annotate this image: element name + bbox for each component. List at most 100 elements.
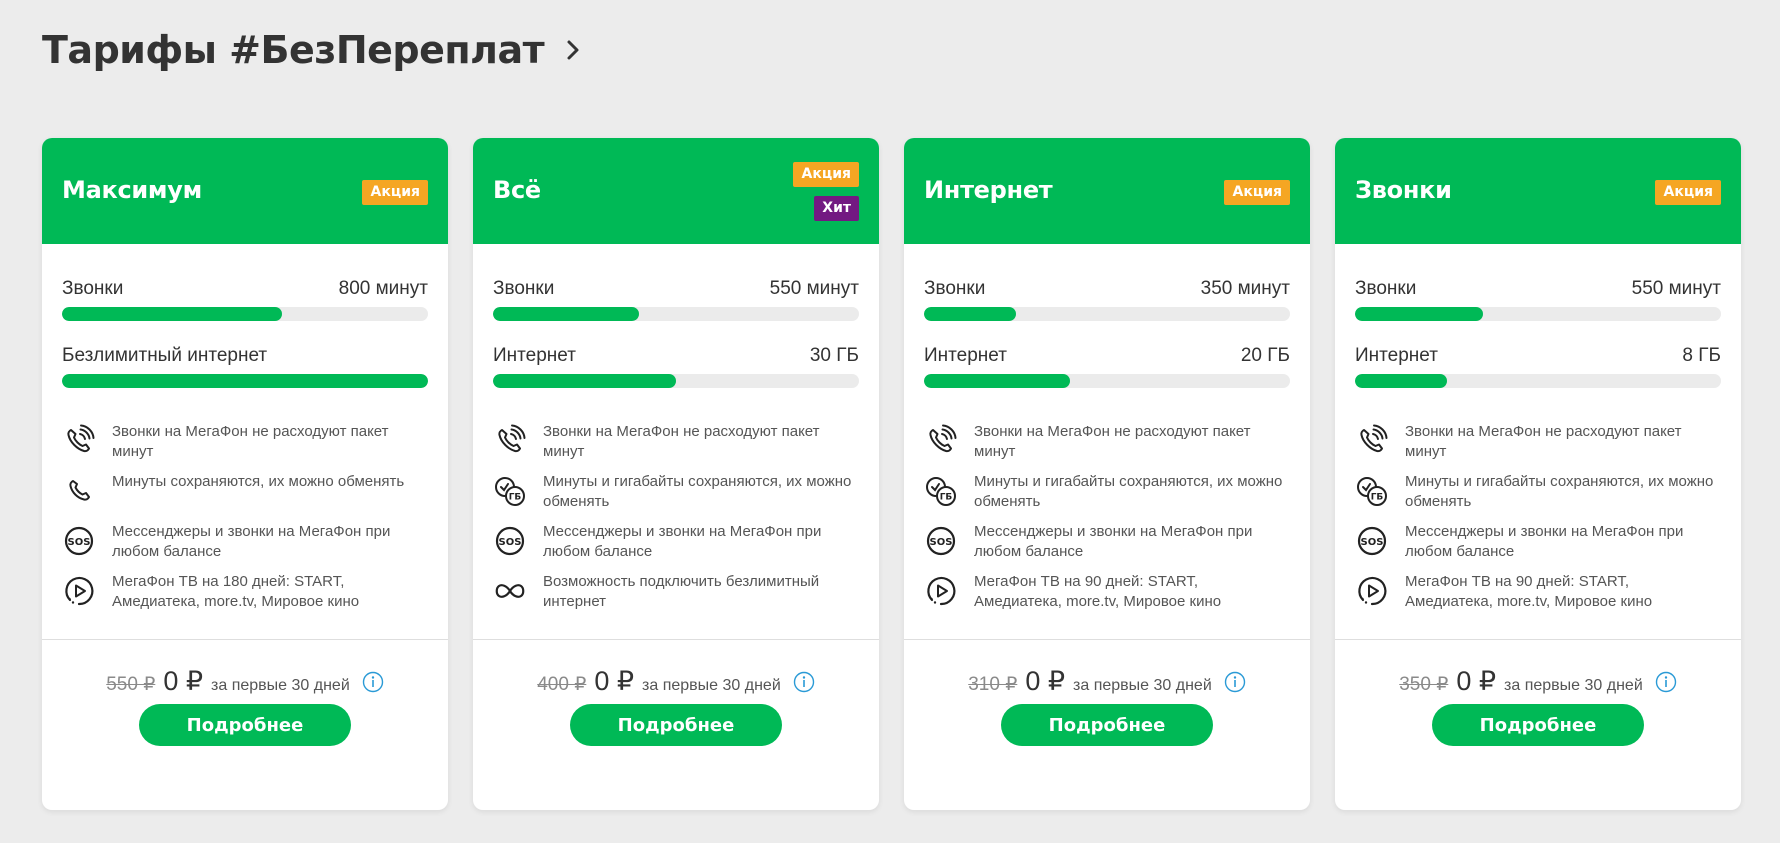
info-icon[interactable] [362, 671, 384, 693]
svg-text:SOS: SOS [499, 537, 522, 548]
feature-item: SOS Мессенджеры и звонки на МегаФон при … [493, 522, 859, 572]
price-row: 550 ₽ 0 ₽ за первые 30 дней [42, 666, 448, 697]
page-title[interactable]: Тарифы #БезПереплат [42, 28, 584, 72]
progress-bar [924, 374, 1290, 388]
feature-item: ГБ Минуты и гигабайты сохраняются, их мо… [924, 472, 1290, 522]
svg-text:ГБ: ГБ [1371, 493, 1384, 503]
exchange-gb-icon: ГБ [1355, 474, 1389, 508]
price-note: за первые 30 дней [211, 677, 350, 694]
info-icon[interactable] [1224, 671, 1246, 693]
promo-badge: Акция [362, 180, 428, 205]
calls-meter: Звонки 550 минут [1355, 278, 1721, 321]
calls-meter: Звонки 350 минут [924, 278, 1290, 321]
svg-text:SOS: SOS [1361, 537, 1384, 548]
chevron-right-icon [567, 40, 579, 60]
feature-text: Мессенджеры и звонки на МегаФон при любо… [974, 523, 1253, 560]
call-waves-icon [924, 424, 958, 458]
infinity-icon [493, 574, 527, 608]
feature-list: Звонки на МегаФон не расходуют пакет мин… [1335, 412, 1741, 622]
meter-value: 800 минут [338, 278, 428, 299]
promo-badge: Акция [1655, 180, 1721, 205]
divider [473, 639, 879, 640]
feature-text: Минуты сохраняются, их можно обменять [112, 473, 405, 490]
svg-text:ГБ: ГБ [940, 493, 953, 503]
meter-value: 20 ГБ [1240, 345, 1290, 366]
details-button[interactable]: Подробнее [1432, 704, 1644, 746]
meter-label: Интернет [493, 345, 576, 366]
sos-icon: SOS [924, 524, 958, 558]
internet-meter: Интернет 30 ГБ [493, 345, 859, 388]
info-icon[interactable] [793, 671, 815, 693]
meter-value: 30 ГБ [809, 345, 859, 366]
feature-text: Минуты и гигабайты сохраняются, их можно… [974, 473, 1283, 510]
feature-item: МегаФон ТВ на 90 дней: START, Амедиатека… [1355, 572, 1721, 622]
progress-fill [1355, 307, 1484, 321]
feature-text: Звонки на МегаФон не расходуют пакет мин… [543, 423, 820, 460]
feature-item: МегаФон ТВ на 180 дней: START, Амедиатек… [62, 572, 428, 622]
progress-bar [493, 374, 859, 388]
badges: Акция [362, 180, 428, 205]
tariff-name: Всё [493, 176, 541, 204]
progress-bar [1355, 307, 1721, 321]
feature-text: МегаФон ТВ на 180 дней: START, Амедиатек… [112, 573, 360, 610]
feature-text: Мессенджеры и звонки на МегаФон при любо… [1405, 523, 1684, 560]
svg-text:SOS: SOS [68, 537, 91, 548]
play-tv-icon [1355, 574, 1389, 608]
old-price: 550 ₽ [106, 674, 156, 695]
feature-text: Звонки на МегаФон не расходуют пакет мин… [1405, 423, 1682, 460]
feature-text: Звонки на МегаФон не расходуют пакет мин… [112, 423, 389, 460]
internet-meter: Интернет 8 ГБ [1355, 345, 1721, 388]
feature-text: Минуты и гигабайты сохраняются, их можно… [1405, 473, 1714, 510]
meter-value: 550 минут [769, 278, 859, 299]
progress-bar [62, 374, 428, 388]
divider [42, 639, 448, 640]
tariff-name: Интернет [924, 176, 1053, 204]
feature-item: Звонки на МегаФон не расходуют пакет мин… [493, 422, 859, 472]
meter-label: Звонки [924, 278, 986, 299]
old-price: 350 ₽ [1399, 674, 1449, 695]
progress-fill [493, 374, 676, 388]
tariff-card-all: Всё Акция Хит Звонки 550 минут Интернет … [473, 138, 879, 810]
price-note: за первые 30 дней [1073, 677, 1212, 694]
info-icon[interactable] [1655, 671, 1677, 693]
feature-list: Звонки на МегаФон не расходуют пакет мин… [42, 412, 448, 622]
feature-text: Возможность подключить безлимитный интер… [543, 573, 820, 610]
new-price: 0 ₽ [594, 666, 635, 696]
tariff-name: Максимум [62, 176, 202, 204]
feature-item: МегаФон ТВ на 90 дней: START, Амедиатека… [924, 572, 1290, 622]
feature-text: МегаФон ТВ на 90 дней: START, Амедиатека… [974, 573, 1222, 610]
tariff-cards: Максимум Акция Звонки 800 минут Безлимит… [42, 138, 1741, 810]
promo-badge: Акция [1224, 180, 1290, 205]
sos-icon: SOS [493, 524, 527, 558]
details-button[interactable]: Подробнее [1001, 704, 1213, 746]
internet-meter: Безлимитный интернет [62, 345, 428, 388]
call-waves-icon [1355, 424, 1389, 458]
internet-meter: Интернет 20 ГБ [924, 345, 1290, 388]
tariff-card-internet: Интернет Акция Звонки 350 минут Интернет… [904, 138, 1310, 810]
feature-item: Звонки на МегаФон не расходуют пакет мин… [924, 422, 1290, 472]
call-waves-icon [62, 424, 96, 458]
card-header: Максимум Акция [42, 138, 448, 244]
progress-fill [924, 307, 1016, 321]
meter-value: 8 ГБ [1682, 345, 1721, 366]
details-button[interactable]: Подробнее [139, 704, 351, 746]
meter-label: Звонки [1355, 278, 1417, 299]
progress-bar [493, 307, 859, 321]
call-waves-icon [493, 424, 527, 458]
feature-item: Звонки на МегаФон не расходуют пакет мин… [62, 422, 428, 472]
badges: Акция [1224, 180, 1290, 205]
price-row: 350 ₽ 0 ₽ за первые 30 дней [1335, 666, 1741, 697]
play-tv-icon [62, 574, 96, 608]
hit-badge: Хит [814, 196, 859, 221]
meter-value: 350 минут [1200, 278, 1290, 299]
price-note: за первые 30 дней [1504, 677, 1643, 694]
svg-text:ГБ: ГБ [509, 493, 522, 503]
price-row: 400 ₽ 0 ₽ за первые 30 дней [473, 666, 879, 697]
details-button[interactable]: Подробнее [570, 704, 782, 746]
card-header: Звонки Акция [1335, 138, 1741, 244]
tariff-name: Звонки [1355, 176, 1452, 204]
meter-label: Безлимитный интернет [62, 345, 268, 366]
sos-icon: SOS [1355, 524, 1389, 558]
new-price: 0 ₽ [1456, 666, 1497, 696]
progress-fill [924, 374, 1071, 388]
